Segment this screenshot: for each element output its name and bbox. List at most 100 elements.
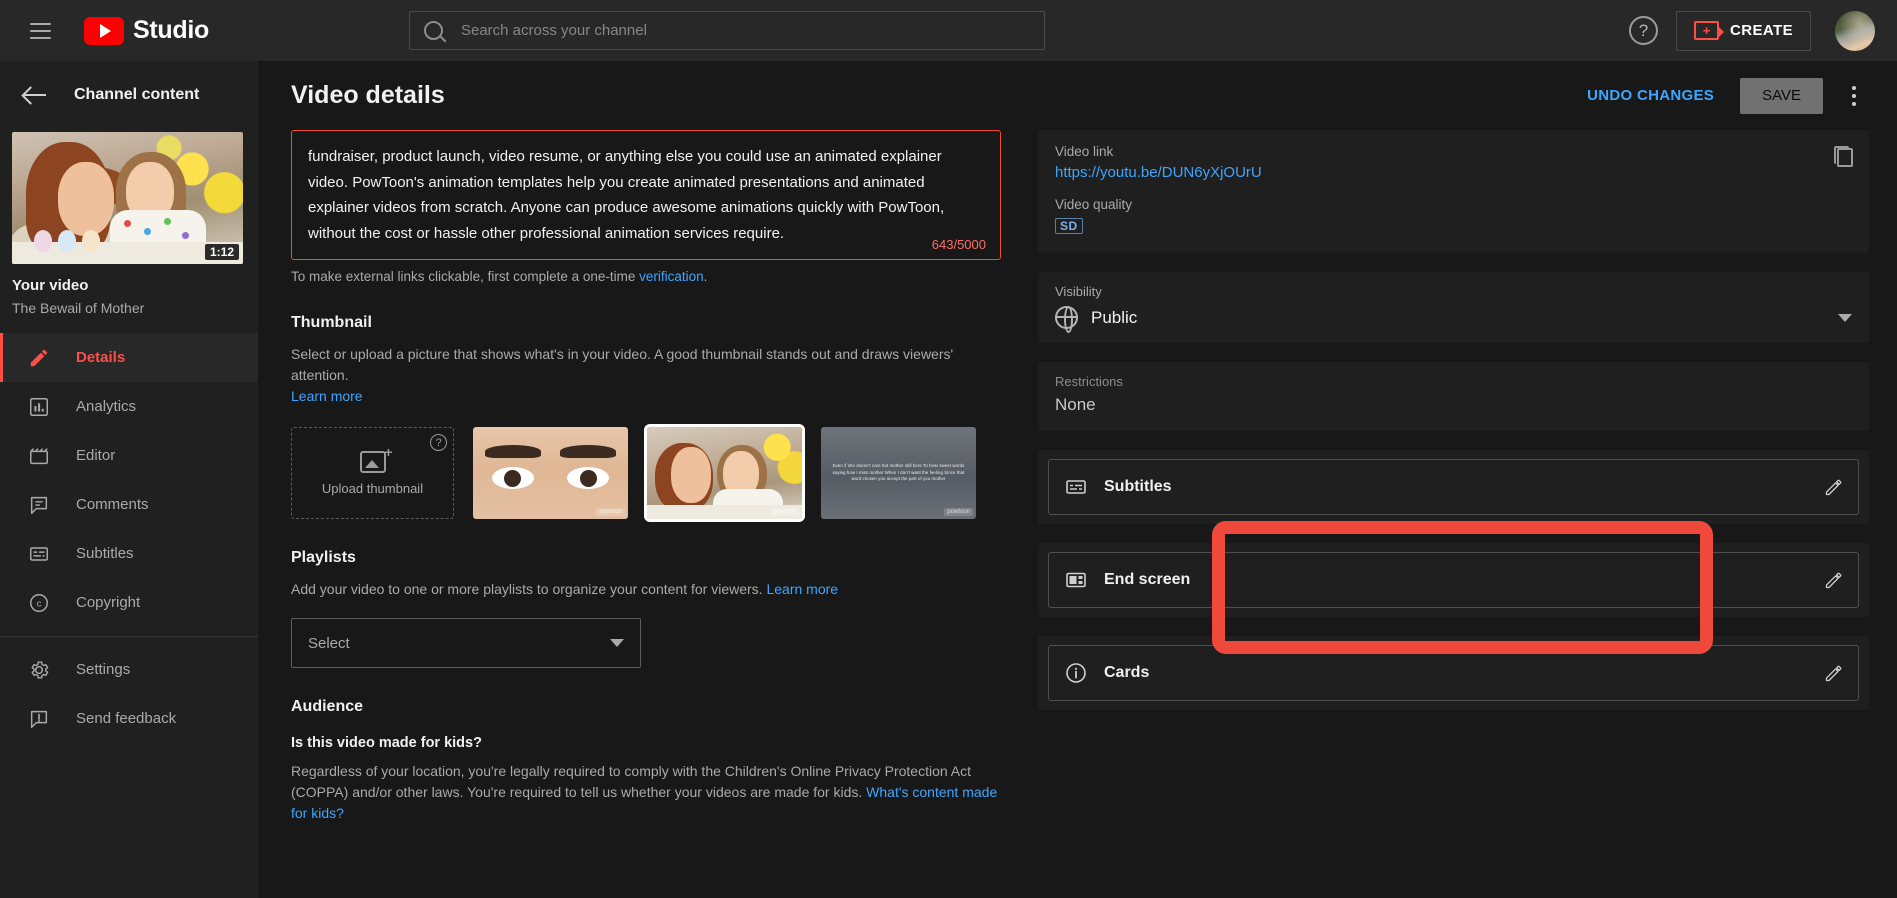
- verification-hint-prefix: To make external links clickable, first …: [291, 269, 640, 284]
- sidebar-header: Channel content: [0, 61, 258, 129]
- video-link-url[interactable]: https://youtu.be/DUN6yXjOUrU: [1055, 164, 1852, 181]
- watermark-label: powtoon: [596, 508, 625, 516]
- thumbnail-option-3-text: Even if she doesn't care but mother stil…: [832, 463, 965, 482]
- watermark-label: powtoon: [944, 508, 973, 516]
- feedback-icon: [27, 707, 51, 731]
- pencil-icon: [27, 346, 51, 370]
- video-quality-label: Video quality: [1055, 197, 1133, 212]
- pencil-icon[interactable]: [1823, 570, 1844, 591]
- sidebar-item-label: Settings: [76, 661, 131, 678]
- gear-icon: [27, 658, 51, 682]
- sidebar-video-meta: Your video The Bewail of Mother: [0, 264, 258, 333]
- description-field[interactable]: fundraiser, product launch, video resume…: [291, 130, 1001, 260]
- end-screen-card: End screen: [1038, 543, 1869, 617]
- hamburger-icon[interactable]: [18, 9, 62, 53]
- video-title: The Bewail of Mother: [12, 300, 145, 316]
- create-button[interactable]: + CREATE: [1676, 10, 1811, 51]
- main-header: Video details UNDO CHANGES SAVE: [258, 61, 1897, 130]
- upload-thumbnail-label: Upload thumbnail: [321, 480, 424, 496]
- thumbnail-learn-more-link[interactable]: Learn more: [291, 388, 363, 404]
- thumbnail-option-2[interactable]: powtoon: [644, 424, 805, 522]
- audience-question: Is this video made for kids?: [291, 735, 482, 751]
- playlist-select-value: Select: [308, 634, 350, 652]
- playlists-learn-more-link[interactable]: Learn more: [766, 581, 838, 597]
- thumbnail-option-3[interactable]: Even if she doesn't care but mother stil…: [821, 427, 976, 519]
- copy-icon[interactable]: [1834, 146, 1853, 167]
- verification-link[interactable]: verification: [639, 269, 704, 284]
- video-link-card: Video link https://youtu.be/DUN6yXjOUrU …: [1038, 130, 1869, 253]
- playlist-select[interactable]: Select: [291, 618, 641, 668]
- studio-logo[interactable]: Studio: [84, 16, 209, 45]
- subtitles-icon: [27, 542, 51, 566]
- visibility-value: Public: [1091, 307, 1138, 327]
- main-header-actions: UNDO CHANGES SAVE: [1577, 77, 1869, 114]
- sidebar-video-thumbnail-card: 1:12: [0, 129, 258, 264]
- undo-changes-button[interactable]: UNDO CHANGES: [1577, 79, 1724, 112]
- subtitles-icon: [1063, 475, 1088, 500]
- sidebar-item-subtitles[interactable]: Subtitles: [0, 529, 258, 578]
- save-button[interactable]: SAVE: [1740, 77, 1823, 114]
- restrictions-card[interactable]: Restrictions None: [1038, 362, 1869, 431]
- visibility-card[interactable]: Visibility Public: [1038, 272, 1869, 343]
- sidebar-item-label: Copyright: [76, 594, 141, 611]
- more-options-icon[interactable]: [1839, 78, 1869, 114]
- video-camera-plus-icon: +: [1694, 21, 1725, 40]
- sidebar-item-copyright[interactable]: c Copyright: [0, 578, 258, 627]
- video-thumbnail[interactable]: 1:12: [12, 132, 243, 264]
- right-column: Video link https://youtu.be/DUN6yXjOUrU …: [1019, 130, 1869, 898]
- top-bar: Studio ? + CREATE: [0, 0, 1897, 61]
- subtitles-card: Subtitles: [1038, 450, 1869, 524]
- globe-icon: [1055, 306, 1078, 333]
- sidebar-item-analytics[interactable]: Analytics: [0, 382, 258, 431]
- sidebar-item-label: Subtitles: [76, 545, 134, 562]
- search-icon: [423, 21, 443, 40]
- sidebar-item-send-feedback[interactable]: Send feedback: [0, 694, 258, 743]
- your-video-label: Your video: [12, 277, 89, 294]
- pencil-icon[interactable]: [1823, 477, 1844, 498]
- top-bar-actions: ? + CREATE: [1629, 10, 1875, 51]
- cards-row[interactable]: Cards: [1048, 645, 1859, 701]
- subtitles-row[interactable]: Subtitles: [1048, 459, 1859, 515]
- playlists-description-text: Add your video to one or more playlists …: [291, 581, 767, 597]
- thumbnail-section-description: Select or upload a picture that shows wh…: [291, 344, 1001, 407]
- clapperboard-icon: [27, 444, 51, 468]
- content-area: fundraiser, product launch, video resume…: [258, 130, 1897, 898]
- search-box[interactable]: [408, 11, 1045, 50]
- description-text: fundraiser, product launch, video resume…: [308, 148, 945, 242]
- help-icon[interactable]: ?: [1629, 16, 1659, 45]
- chevron-down-icon: [1838, 313, 1852, 322]
- search-input[interactable]: [460, 22, 1030, 39]
- brand-label: Studio: [133, 16, 209, 44]
- end-screen-label: End screen: [1104, 571, 1191, 588]
- left-column: fundraiser, product launch, video resume…: [291, 130, 1019, 898]
- thumbnail-option-1[interactable]: powtoon: [473, 427, 628, 519]
- watermark-label: powtoon: [770, 508, 799, 516]
- main-area: Video details UNDO CHANGES SAVE fundrais…: [258, 61, 1897, 898]
- playlists-section-title: Playlists: [291, 549, 356, 566]
- help-icon[interactable]: ?: [430, 434, 447, 451]
- video-link-label: Video link: [1055, 144, 1114, 159]
- copyright-icon: c: [27, 591, 51, 615]
- end-screen-row[interactable]: End screen: [1048, 552, 1859, 608]
- sidebar-item-editor[interactable]: Editor: [0, 431, 258, 480]
- upload-thumbnail-button[interactable]: ? Upload thumbnail: [291, 427, 454, 519]
- sidebar-item-details[interactable]: Details: [0, 333, 258, 382]
- video-quality-badge: SD: [1055, 218, 1083, 234]
- sidebar: Channel content 1:12 Your video The Bewa…: [0, 61, 258, 898]
- back-arrow-icon[interactable]: [22, 81, 50, 109]
- cards-label: Cards: [1104, 664, 1150, 681]
- visibility-row: Public: [1055, 306, 1852, 333]
- cards-card: Cards: [1038, 636, 1869, 710]
- comment-icon: [27, 493, 51, 517]
- sidebar-item-settings[interactable]: Settings: [0, 645, 258, 694]
- sidebar-item-label: Analytics: [76, 398, 137, 415]
- visibility-label: Visibility: [1055, 284, 1102, 299]
- restrictions-label: Restrictions: [1055, 374, 1123, 389]
- end-screen-icon: [1063, 568, 1088, 593]
- verification-hint: To make external links clickable, first …: [291, 269, 1001, 284]
- youtube-play-icon: [84, 16, 124, 45]
- svg-text:c: c: [37, 598, 42, 608]
- pencil-icon[interactable]: [1823, 663, 1844, 684]
- sidebar-item-comments[interactable]: Comments: [0, 480, 258, 529]
- avatar[interactable]: [1835, 10, 1875, 51]
